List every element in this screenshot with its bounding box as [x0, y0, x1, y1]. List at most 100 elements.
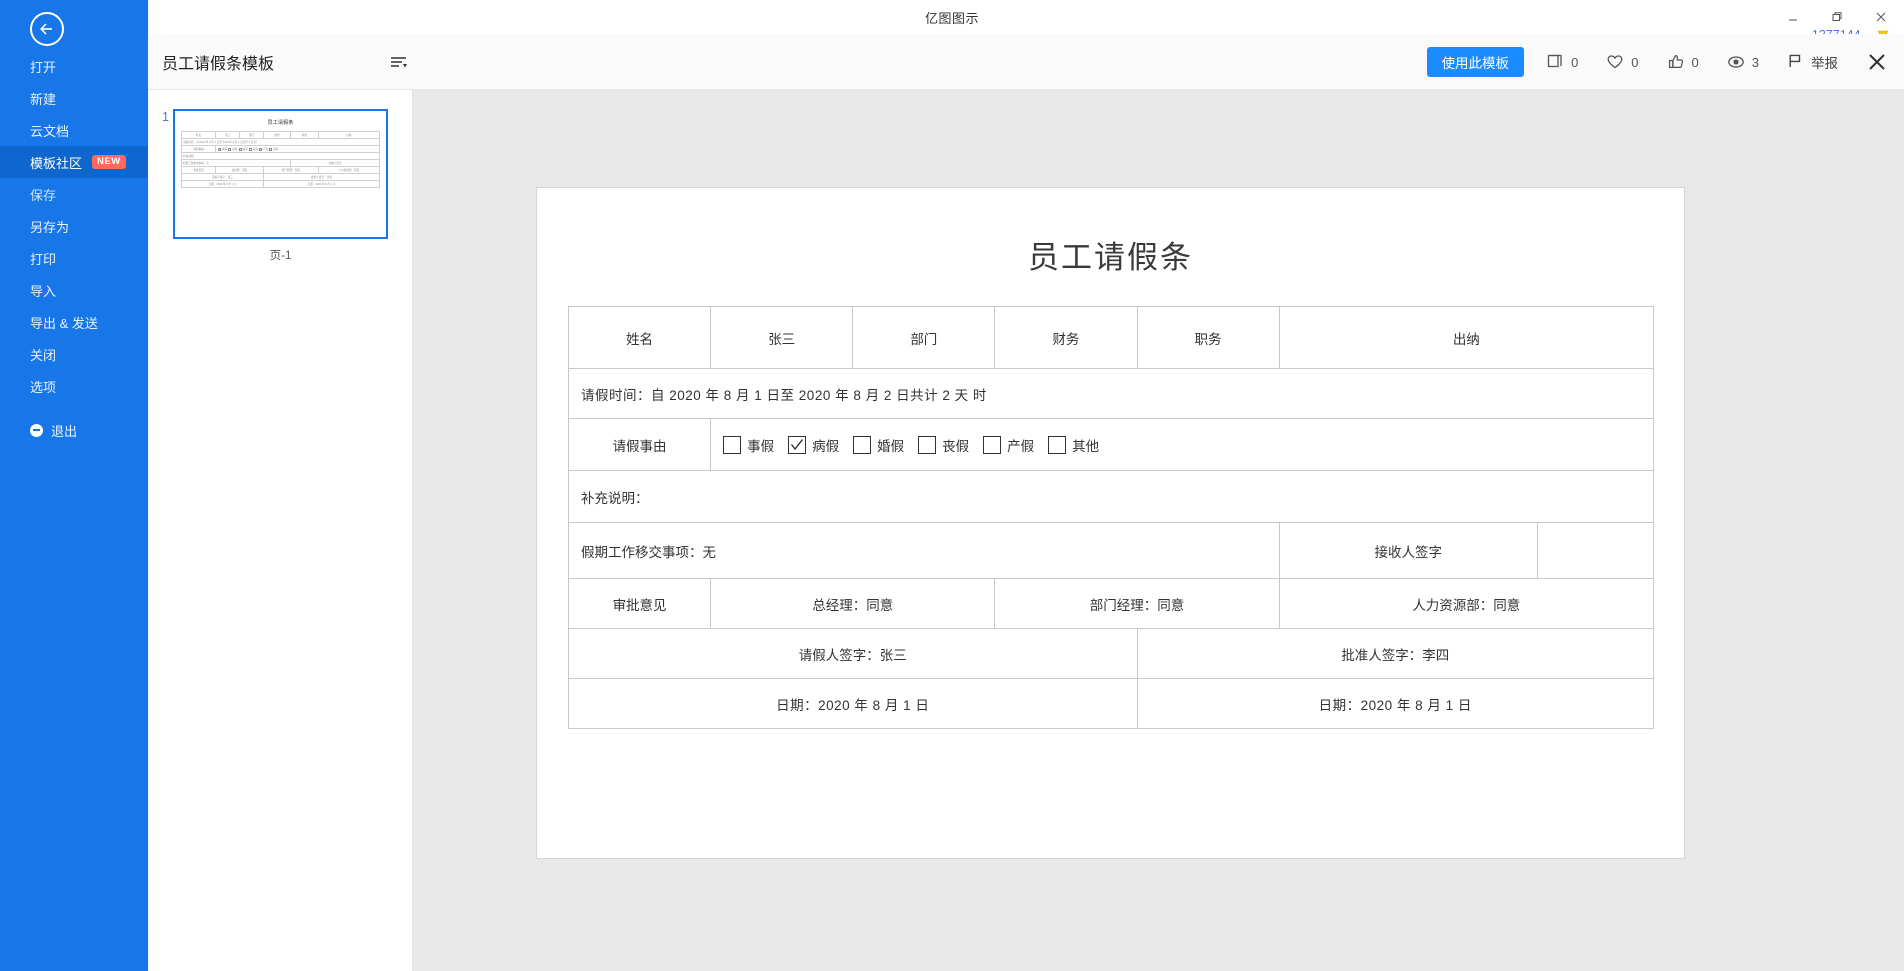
sidebar-item-export-send[interactable]: 导出 & 发送 [0, 306, 148, 338]
sidebar-item-print[interactable]: 打印 [0, 242, 148, 274]
table-row: 姓名 张三 部门 财务 职务 出纳 [567, 306, 1655, 369]
cell-receiver-sign-value [1536, 522, 1655, 579]
checkbox-checked-icon[interactable] [788, 435, 807, 454]
cell-approval-dept: 部门经理：同意 [994, 578, 1280, 629]
checkbox-unchecked-icon[interactable] [1048, 435, 1067, 454]
checkbox-item-bereavement-leave[interactable]: 丧假 [904, 435, 969, 455]
thumb-cell: 批准人签字：李四 [263, 173, 380, 181]
thumb-cell: 请假事由 [180, 145, 217, 153]
sidebar-item-save-as[interactable]: 另存为 [0, 210, 148, 242]
new-badge: NEW [92, 155, 126, 169]
checkbox-item-other[interactable]: 其他 [1034, 435, 1099, 455]
checkbox-unchecked-icon[interactable] [983, 435, 1002, 454]
sidebar-item-exit[interactable]: 退出 [0, 414, 148, 446]
view-count-value: 3 [1751, 54, 1759, 70]
like-heart-value: 0 [1631, 54, 1639, 70]
thumbnail-preview: 员工请假条 姓名 张三 部门 财务 职务 出纳 请假时间：自 2020 年 8 … [180, 116, 381, 232]
thumb-cell: 事假 病假 婚假 丧假 产假 其他 [215, 145, 380, 153]
checkbox-item-sick-leave[interactable]: 病假 [774, 435, 839, 455]
sidebar-item-label: 云文档 [30, 123, 70, 139]
use-template-button[interactable]: 使用此模板 [1426, 47, 1525, 77]
sidebar-item-options[interactable]: 选项 [0, 370, 148, 402]
thumb-cell: 接收人签字 [290, 159, 380, 167]
page-title: 员工请假条模板 [162, 55, 275, 73]
table-row: 请假事由 事假 病假 婚假 丧假 产假 其他 [567, 418, 1654, 471]
eye-icon [1727, 53, 1745, 71]
thumb-cell: 人力资源部：同意 [317, 166, 381, 174]
checkbox-label: 产假 [1007, 438, 1035, 454]
cell-approval-hr: 人力资源部：同意 [1278, 578, 1655, 629]
thumb-cell: 审批意见 [180, 166, 217, 174]
close-x-icon[interactable] [1866, 51, 1888, 73]
document-page[interactable]: 员工请假条 姓名 张三 部门 财务 职务 出纳 请假时间：自 2020 年 8 … [537, 188, 1684, 858]
table-row: 日期：2020 年 8 月 1 日 日期：2020 年 8 月 1 日 [568, 678, 1654, 729]
checkbox-unchecked-icon[interactable] [918, 435, 937, 454]
sidebar-item-cloud-docs[interactable]: 云文档 [0, 114, 148, 146]
table-row: 补充说明： [568, 470, 1654, 523]
checkbox-item-maternity-leave[interactable]: 产假 [969, 435, 1034, 455]
sidebar-item-new[interactable]: 新建 [0, 82, 148, 114]
checkbox-label: 婚假 [877, 438, 905, 454]
thumb-cell: 张三 [215, 131, 241, 139]
cell-position-value: 出纳 [1278, 306, 1655, 369]
flag-icon [1787, 52, 1804, 73]
sidebar-item-label: 选项 [30, 379, 57, 395]
cell-approver-sign: 批准人签字：李四 [1136, 628, 1654, 679]
sidebar-item-label: 退出 [51, 423, 78, 439]
page-thumbnail-panel: 1 员工请假条 姓名 张三 部门 财务 职务 出纳 请假时间：自 2020 年 … [148, 90, 413, 971]
cell-reason-options: 事假 病假 婚假 丧假 产假 其他 [710, 418, 1654, 471]
checkbox-label: 事假 [747, 438, 775, 454]
table-row: 请假时间：自 2020 年 8 月 1 日至 2020 年 8 月 2 日共计 … [568, 368, 1654, 419]
sidebar-item-label: 打印 [30, 251, 57, 267]
thumbs-up-value: 0 [1691, 54, 1699, 70]
cell-approval-label: 审批意见 [567, 578, 712, 629]
thumb-cell: 职务 [290, 131, 319, 139]
sidebar-item-label: 新建 [30, 91, 57, 107]
toolbar-actions: 使用此模板 0 0 0 3 举报 [1426, 34, 1888, 90]
cell-applicant-sign: 请假人签字：张三 [568, 628, 1138, 679]
sidebar-menu: 打开 新建 云文档 模板社区 NEW 保存 另存为 打印 导入 导出 & 发送 … [0, 50, 148, 446]
document-title: 员工请假条 [1028, 240, 1193, 275]
thumb-cell: 请假人签字：张三 [180, 173, 265, 181]
copy-count-value: 0 [1571, 54, 1579, 70]
cell-name-value: 张三 [710, 306, 854, 369]
checkbox-unchecked-icon[interactable] [723, 435, 742, 454]
cell-reason-label: 请假事由 [567, 418, 712, 471]
thumb-cell: 日期：2020 年 8 月 1 日 [263, 180, 380, 188]
minus-circle-icon [30, 423, 43, 437]
thumb-cell: 总经理：同意 [215, 166, 265, 174]
cell-dept-label: 部门 [852, 306, 996, 369]
checkbox-item-personal-leave[interactable]: 事假 [723, 435, 774, 455]
cell-leave-time: 请假时间：自 2020 年 8 月 1 日至 2020 年 8 月 2 日共计 … [568, 368, 1654, 419]
sidebar-item-label: 导入 [30, 283, 57, 299]
thumbs-up-count[interactable]: 0 [1667, 53, 1699, 71]
cell-applicant-date: 日期：2020 年 8 月 1 日 [568, 678, 1138, 729]
back-arrow-icon[interactable] [30, 12, 64, 46]
sidebar-item-close[interactable]: 关闭 [0, 338, 148, 370]
checkbox-label: 其他 [1072, 438, 1100, 454]
like-heart-count[interactable]: 0 [1606, 53, 1639, 71]
report-button[interactable]: 举报 [1787, 52, 1838, 73]
sidebar-item-open[interactable]: 打开 [0, 50, 148, 82]
thumb-cell: 补充说明： [181, 152, 380, 160]
list-lines-icon[interactable] [388, 51, 410, 73]
copy-icon [1546, 53, 1564, 71]
sidebar-item-import[interactable]: 导入 [0, 274, 148, 306]
sidebar-item-template-community[interactable]: 模板社区 NEW [0, 146, 148, 178]
sidebar-item-save[interactable]: 保存 [0, 178, 148, 210]
cell-name-label: 姓名 [567, 306, 712, 369]
copy-count[interactable]: 0 [1546, 53, 1578, 71]
thumbnail-page-label: 页-1 [269, 250, 292, 262]
view-count[interactable]: 3 [1727, 53, 1759, 71]
sidebar-item-label: 关闭 [30, 347, 57, 363]
minimize-icon[interactable] [1784, 8, 1802, 26]
thumbnail-title: 员工请假条 [267, 120, 294, 126]
sidebar-item-label: 保存 [30, 187, 57, 203]
thumb-cell: 出纳 [317, 131, 381, 139]
checkbox-label: 丧假 [942, 438, 970, 454]
checkbox-unchecked-icon[interactable] [853, 435, 872, 454]
checkbox-item-marriage-leave[interactable]: 婚假 [839, 435, 904, 455]
cell-handover: 假期工作移交事项：无 [568, 522, 1280, 579]
cell-receiver-sign-label: 接收人签字 [1278, 522, 1538, 579]
page-thumbnail[interactable]: 员工请假条 姓名 张三 部门 财务 职务 出纳 请假时间：自 2020 年 8 … [173, 109, 388, 239]
